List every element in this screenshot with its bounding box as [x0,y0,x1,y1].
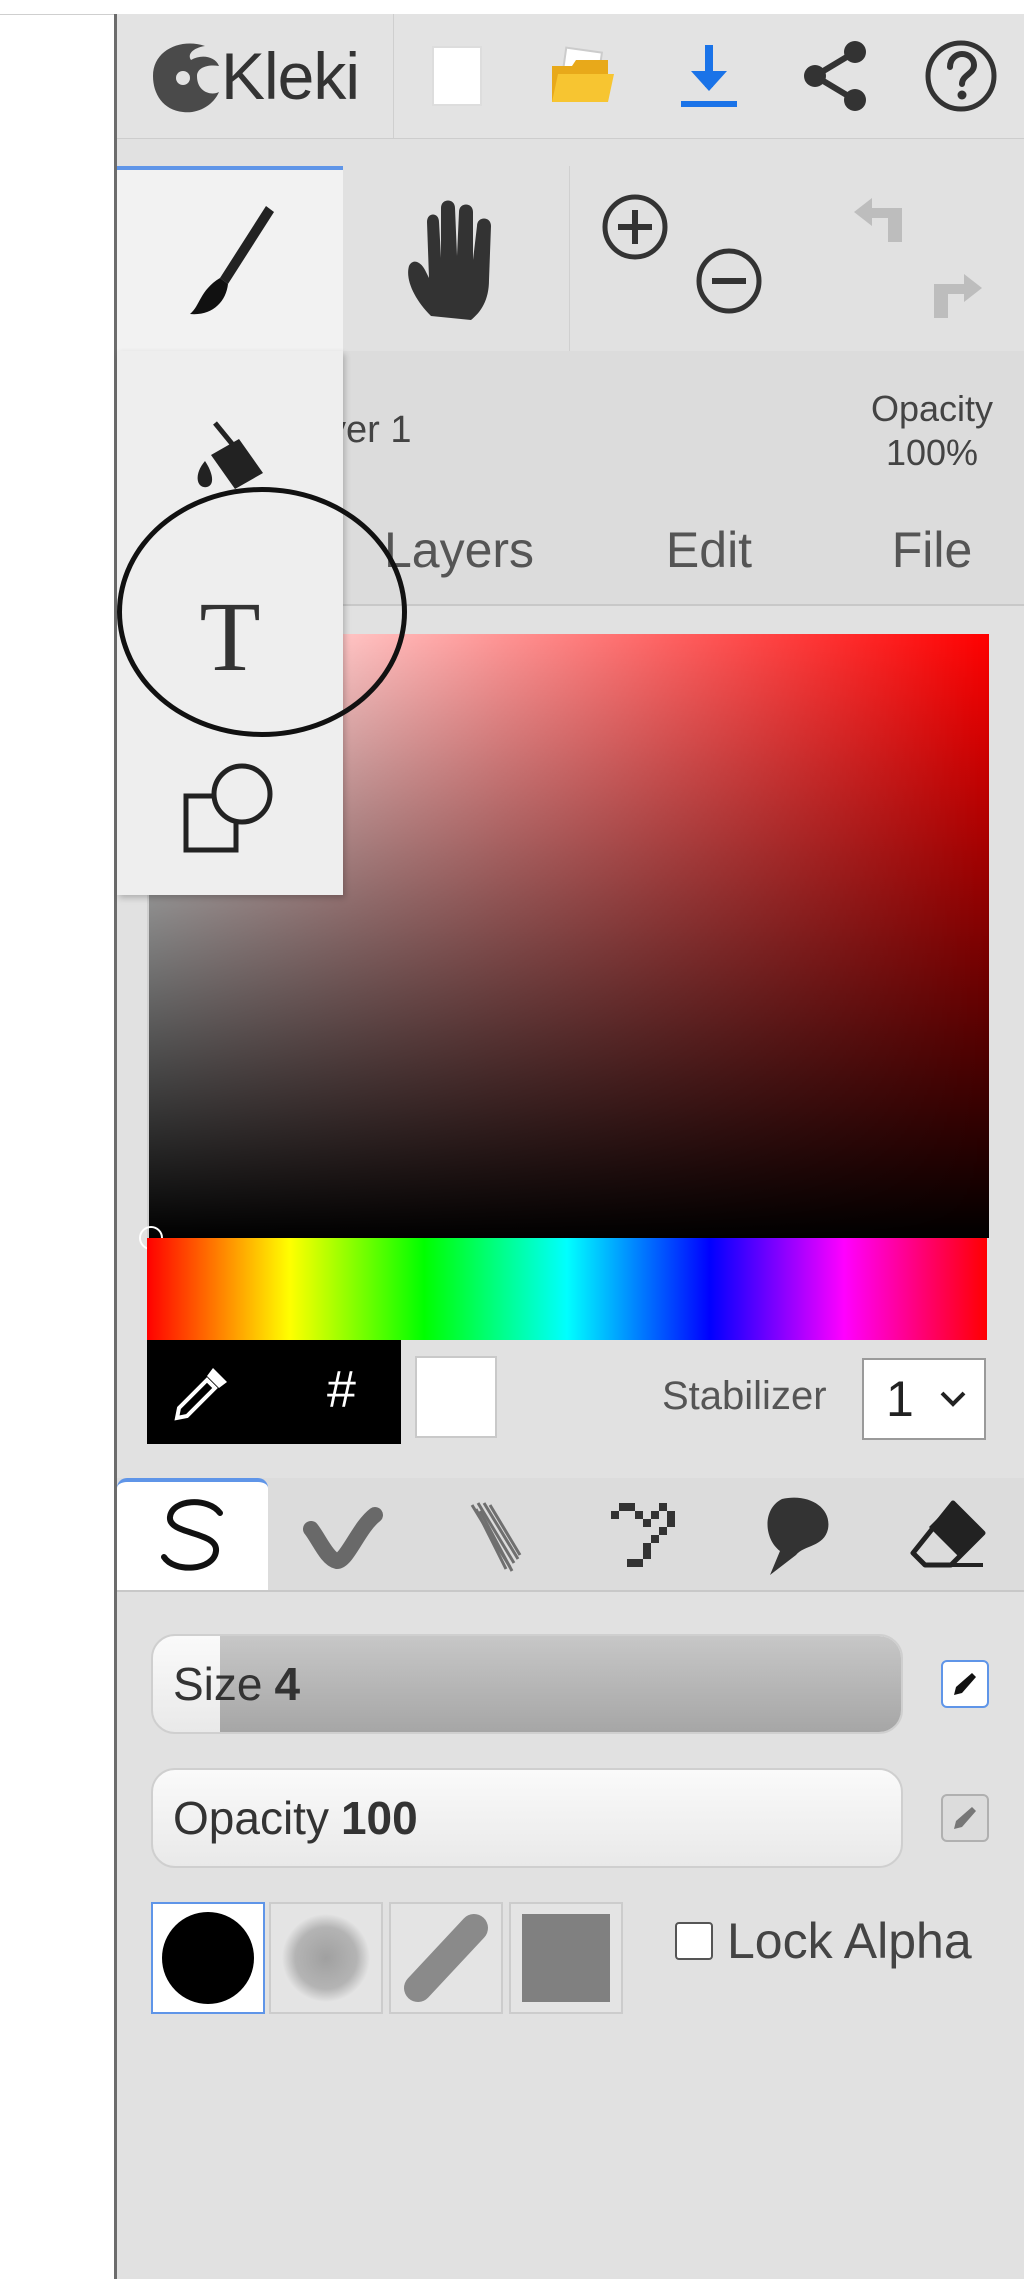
layer-opacity-value: 100% [885,432,979,473]
app-name: Kleki [221,39,360,113]
chemy-icon [767,1497,828,1575]
new-image-button[interactable] [394,14,520,138]
open-file-button[interactable] [520,14,646,138]
side-panel: Kleki yer 1 Opacity 100% Layers Edit Fil… [117,14,1024,2279]
redo-icon[interactable] [918,256,988,326]
shape-tool-item[interactable] [117,735,343,885]
zoom-controls [570,166,798,351]
color-controls: # [147,1340,401,1444]
opacity-slider[interactable]: Opacity 100 [151,1768,903,1868]
size-value: 4 [274,1658,301,1710]
sketchy-stroke-icon [470,1502,521,1572]
drawing-canvas[interactable] [0,0,114,2279]
current-color-swatch[interactable] [415,1356,497,1438]
zoom-out-icon[interactable] [694,246,764,316]
stabilizer-label: Stabilizer [662,1374,827,1418]
opacity-value: 100 [340,1792,418,1844]
layer-opacity: Opacity 100% [852,387,1012,475]
size-pressure-toggle[interactable] [941,1660,989,1708]
hand-icon [408,200,491,320]
kleki-logo-icon [153,43,219,113]
square-icon [522,1914,610,2002]
kleki-logo[interactable]: Kleki [117,14,394,138]
pixel-stroke-icon [610,1503,675,1567]
pen-stroke-icon [160,1499,223,1571]
pen-pressure-icon [954,1807,976,1829]
top-bar: Kleki [117,14,1024,139]
size-label: Size [173,1658,263,1710]
question-mark-icon [925,40,997,112]
layer-opacity-label: Opacity [870,388,994,429]
stabilizer-select[interactable]: 1 [862,1358,986,1440]
capsule-icon [404,1914,488,2002]
opacity-pressure-toggle[interactable] [941,1794,989,1842]
opacity-slider-text: Opacity 100 [173,1770,418,1866]
tab-file[interactable]: File [842,496,1022,604]
size-slider[interactable]: Size 4 [151,1634,903,1734]
pixel-brush-button[interactable] [570,1478,721,1590]
stabilizer-value: 1 [886,1371,914,1427]
eyedropper-icon[interactable] [167,1358,237,1428]
share-button[interactable] [772,14,898,138]
pen-brush-button[interactable] [117,1478,268,1590]
soft-circle-icon [282,1914,370,2002]
pen-pressure-icon [954,1673,976,1695]
folder-icon [552,46,614,102]
history-controls [798,166,1024,351]
brush-type-row [117,1478,1024,1592]
eraser-brush-button[interactable] [872,1478,1023,1590]
size-slider-text: Size 4 [173,1636,300,1732]
shapes-icon [183,763,273,853]
paintbrush-icon [190,206,274,315]
tab-edit[interactable]: Edit [619,496,799,604]
opacity-label: Opacity [173,1792,329,1844]
lock-alpha-checkbox[interactable]: Lock Alpha [675,1912,972,1970]
share-icon [804,41,866,111]
round-shape-button[interactable] [151,1902,265,2014]
chevron-down-icon [940,1391,966,1407]
lock-alpha-label: Lock Alpha [727,1913,972,1969]
hue-slider[interactable] [147,1238,987,1340]
soft-shape-button[interactable] [269,1902,383,2014]
size-slider-fill [220,1636,901,1732]
blend-brush-button[interactable] [268,1478,419,1590]
sketchy-brush-button[interactable] [419,1478,570,1590]
lock-alpha-box[interactable] [675,1922,713,1960]
canvas-border [0,14,114,15]
save-button[interactable] [646,14,772,138]
hand-tool-button[interactable] [343,166,570,351]
blank-page-icon [432,46,482,106]
undo-icon[interactable] [848,194,918,264]
tool-row [117,166,1024,352]
brush-tool-button[interactable] [117,166,343,351]
chemy-brush-button[interactable] [721,1478,872,1590]
zoom-in-icon[interactable] [600,192,670,262]
blend-stroke-icon [302,1507,383,1570]
eraser-icon [910,1500,985,1568]
help-button[interactable] [898,14,1024,138]
download-icon [681,45,737,107]
circle-icon [162,1912,254,2004]
hex-input-button[interactable]: # [327,1360,356,1420]
highlight-circle [117,487,407,737]
chalk-shape-button[interactable] [389,1902,503,2014]
square-shape-button[interactable] [509,1902,623,2014]
